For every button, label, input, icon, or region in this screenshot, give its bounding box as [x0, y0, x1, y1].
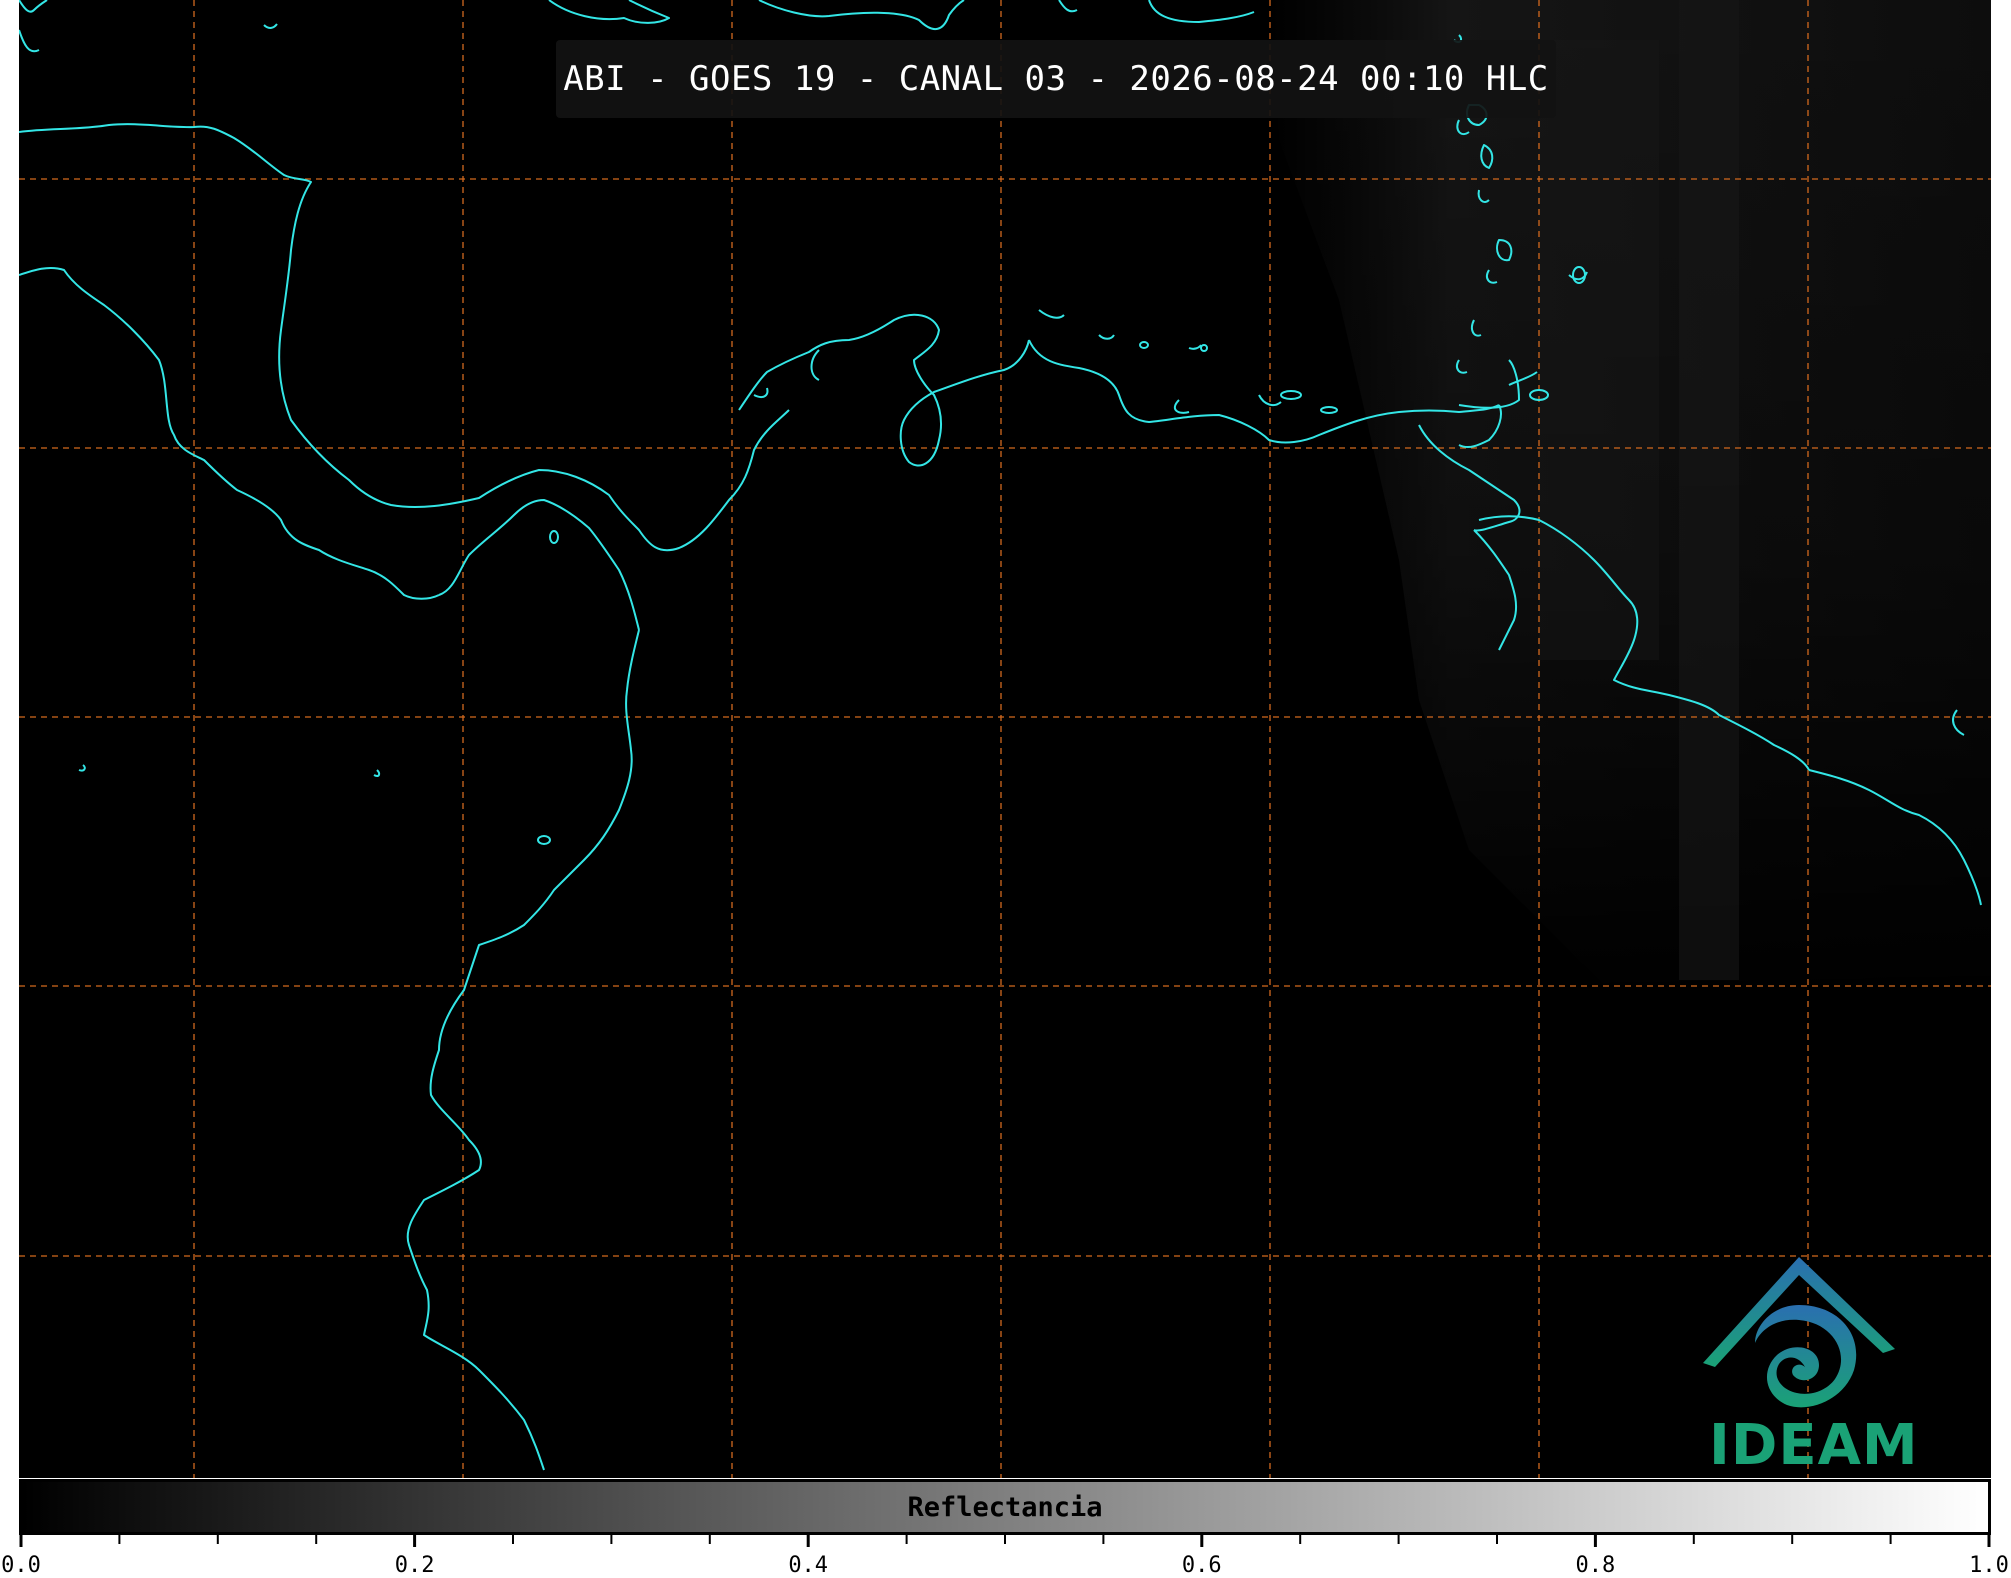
colorbar: Reflectancia — [19, 1479, 1991, 1535]
colorbar-tick-label: 0.6 — [1181, 1553, 1222, 1578]
colorbar-tick-label: 0.4 — [788, 1553, 829, 1578]
ideam-logo-text: IDEAM — [1709, 1413, 1919, 1478]
colorbar-tick-label: 1.0 — [1969, 1553, 2009, 1578]
colorbar-axis — [19, 1535, 1991, 1547]
map-title: ABI - GOES 19 - CANAL 03 - 2026-08-24 00… — [563, 59, 1549, 99]
satellite-image-map: ABI - GOES 19 - CANAL 03 - 2026-08-24 00… — [19, 0, 1991, 1478]
ideam-logo-icon — [1703, 1257, 1895, 1408]
ideam-logo: IDEAM — [1669, 1245, 1929, 1478]
colorbar-tick-label: 0.8 — [1575, 1553, 1616, 1578]
colorbar-tick-label: 0.0 — [1, 1553, 41, 1578]
colorbar-tick-label: 0.2 — [394, 1553, 435, 1578]
reflectance-haze — [1269, 0, 1991, 1000]
title-box: ABI - GOES 19 - CANAL 03 - 2026-08-24 00… — [556, 40, 1556, 118]
colorbar-label: Reflectancia — [907, 1491, 1103, 1523]
